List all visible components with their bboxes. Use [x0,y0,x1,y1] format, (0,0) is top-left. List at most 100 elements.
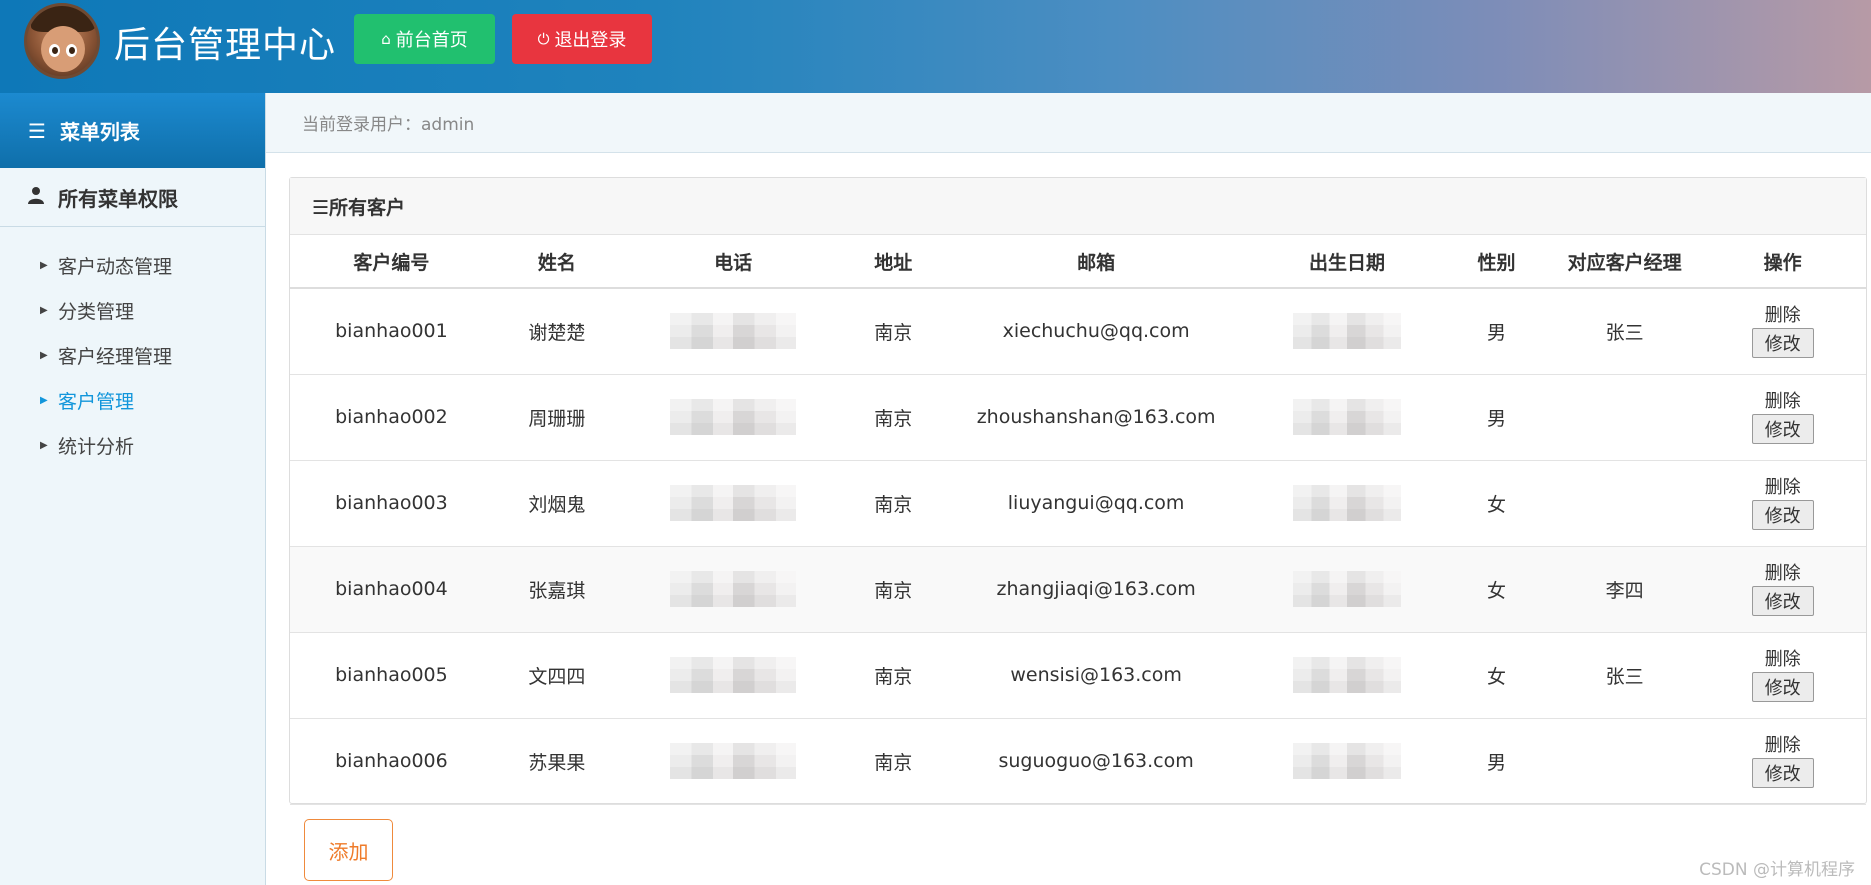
delete-link[interactable]: 删除 [1765,735,1801,757]
cell-phone [620,632,846,719]
delete-link[interactable]: 删除 [1765,649,1801,671]
cell-id: bianhao001 [290,288,493,375]
home-button[interactable]: ⌂ 前台首页 [354,14,495,64]
sidebar-group[interactable]: 所有菜单权限 [0,168,265,227]
redacted-mosaic [1293,313,1402,350]
sidebar-item-managers[interactable]: ▶ 客户经理管理 [0,333,265,378]
current-user-text: 当前登录用户：admin [302,115,475,135]
logout-button-label: 退出登录 [554,30,627,51]
cell-address: 南京 [845,460,942,547]
cell-phone [620,718,846,805]
sidebar-item-label: 统计分析 [58,436,135,458]
delete-link[interactable]: 删除 [1765,477,1801,499]
customers-panel: ☰所有客户 客户编号 姓名 电话 地址 邮箱 出生日期 性别 对应客户经理 操作… [289,177,1867,805]
user-icon [28,185,44,209]
cell-actions: 删除 修改 [1699,288,1866,375]
cell-phone [620,546,846,633]
avatar [24,3,100,79]
sidebar-item-customer-activity[interactable]: ▶ 客户动态管理 [0,243,265,288]
cell-manager [1549,718,1700,805]
customers-table: 客户编号 姓名 电话 地址 邮箱 出生日期 性别 对应客户经理 操作 bianh… [290,235,1866,805]
redacted-mosaic [1293,571,1402,607]
caret-right-icon: ▶ [40,260,48,271]
cell-email: zhangjiaqi@163.com [941,546,1251,633]
redacted-mosaic [670,399,797,435]
col-header: 电话 [620,235,846,289]
cell-email: xiechuchu@qq.com [941,288,1251,375]
panel-title: ☰所有客户 [290,178,1866,235]
col-header: 出生日期 [1250,235,1444,289]
sidebar-item-statistics[interactable]: ▶ 统计分析 [0,423,265,468]
cell-birthdate [1250,374,1444,461]
col-header: 地址 [845,235,942,289]
cell-phone [620,460,846,547]
caret-right-icon: ▶ [40,395,48,406]
cell-name: 刘烟鬼 [492,460,621,547]
table-row: bianhao002 周珊珊 南京 zhoushanshan@163.com 男… [290,374,1866,461]
caret-right-icon: ▶ [40,440,48,451]
table-header-row: 客户编号 姓名 电话 地址 邮箱 出生日期 性别 对应客户经理 操作 [290,235,1866,289]
sidebar-item-label: 客户动态管理 [58,256,173,278]
redacted-mosaic [670,571,797,607]
cell-manager [1549,374,1700,461]
list-icon: ☰ [28,118,46,143]
sidebar-heading-label: 菜单列表 [59,120,140,144]
cell-address: 南京 [845,546,942,633]
logout-button[interactable]: ⏻ 退出登录 [512,14,652,64]
delete-link[interactable]: 删除 [1765,305,1801,327]
cell-gender: 女 [1443,546,1550,633]
cell-address: 南京 [845,288,942,375]
cell-gender: 男 [1443,288,1550,375]
table-row: bianhao004 张嘉琪 南京 zhangjiaqi@163.com 女 李… [290,546,1866,633]
add-button[interactable]: 添加 [304,819,393,881]
cell-address: 南京 [845,374,942,461]
sidebar-item-label: 分类管理 [58,301,135,323]
edit-button[interactable]: 修改 [1751,413,1814,444]
cell-email: liuyangui@qq.com [941,460,1251,547]
sidebar-group-label: 所有菜单权限 [58,186,178,211]
cell-actions: 删除 修改 [1699,460,1866,547]
cell-actions: 删除 修改 [1699,718,1866,805]
sidebar-item-customers[interactable]: ▶ 客户管理 [0,378,265,423]
cell-email: zhoushanshan@163.com [941,374,1251,461]
redacted-mosaic [1293,399,1402,435]
sidebar-item-label: 客户管理 [58,391,135,413]
cell-birthdate [1250,460,1444,547]
current-user-bar: 当前登录用户：admin [266,93,1871,153]
cell-birthdate [1250,546,1444,633]
redacted-mosaic [670,485,797,521]
edit-button[interactable]: 修改 [1751,671,1814,702]
home-icon: ⌂ [381,30,391,48]
cell-birthdate [1250,632,1444,719]
app-title: 后台管理中心 [114,25,337,66]
edit-button[interactable]: 修改 [1751,499,1814,530]
cell-birthdate [1250,718,1444,805]
edit-button[interactable]: 修改 [1751,327,1814,358]
cell-name: 文四四 [492,632,621,719]
header: 后台管理中心 ⌂ 前台首页 ⏻ 退出登录 [0,0,1871,93]
cell-id: bianhao002 [290,374,493,461]
edit-button[interactable]: 修改 [1751,585,1814,616]
delete-link[interactable]: 删除 [1765,563,1801,585]
cell-id: bianhao003 [290,460,493,547]
cell-id: bianhao005 [290,632,493,719]
sidebar: ☰ 菜单列表 所有菜单权限 ▶ 客户动态管理 ▶ 分类管理 ▶ 客户经理管理 ▶… [0,93,266,885]
edit-button[interactable]: 修改 [1751,757,1814,788]
cell-name: 苏果果 [492,718,621,805]
cell-birthdate [1250,288,1444,375]
redacted-mosaic [1293,485,1402,521]
sidebar-item-categories[interactable]: ▶ 分类管理 [0,288,265,333]
col-header: 客户编号 [290,235,493,289]
cell-id: bianhao004 [290,546,493,633]
caret-right-icon: ▶ [40,305,48,316]
redacted-mosaic [1293,657,1402,693]
caret-right-icon: ▶ [40,350,48,361]
col-header: 邮箱 [941,235,1251,289]
cell-name: 周珊珊 [492,374,621,461]
delete-link[interactable]: 删除 [1765,391,1801,413]
sidebar-item-label: 客户经理管理 [58,346,173,368]
cell-address: 南京 [845,632,942,719]
table-row: bianhao003 刘烟鬼 南京 liuyangui@qq.com 女 删除 … [290,460,1866,547]
col-header: 对应客户经理 [1549,235,1700,289]
cell-email: wensisi@163.com [941,632,1251,719]
